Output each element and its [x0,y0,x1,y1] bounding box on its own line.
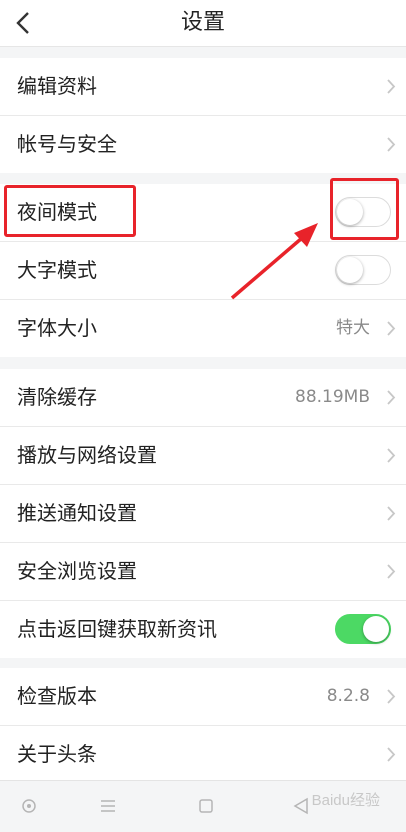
home-square-icon[interactable] [193,793,219,819]
annotation-arrow-icon [230,223,318,300]
circle-dot-icon[interactable] [16,793,42,819]
system-nav-bar: Baidu经验 [0,780,406,832]
watermark: Baidu经验 [311,792,380,809]
back-triangle-icon[interactable] [288,793,314,819]
menu-icon[interactable] [95,793,121,819]
